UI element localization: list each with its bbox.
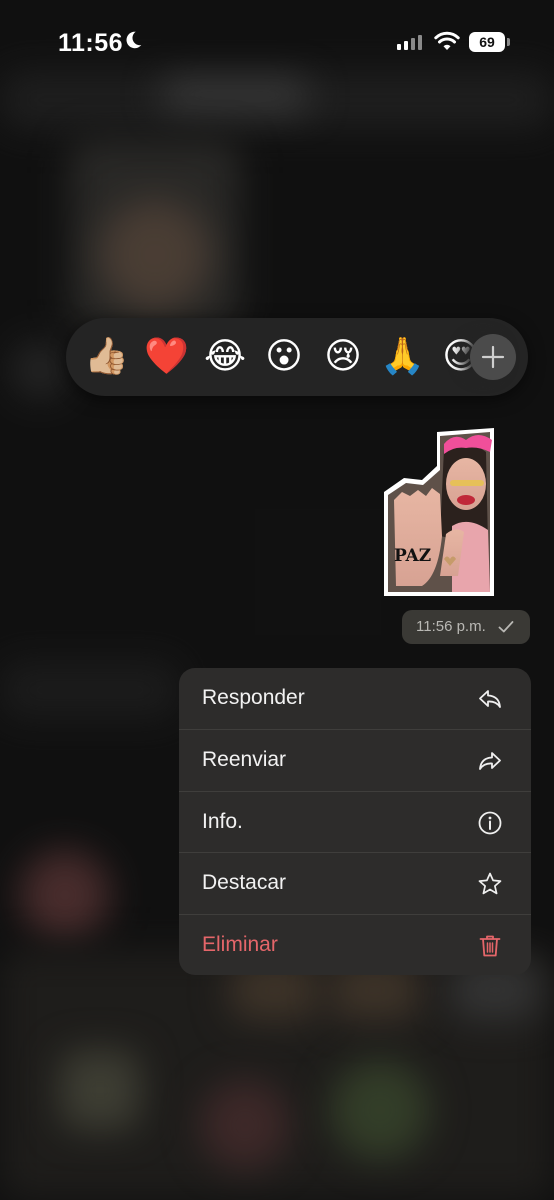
- menu-item-label: Responder: [202, 686, 305, 709]
- menu-item-label: Eliminar: [202, 932, 278, 956]
- forward-icon: [479, 752, 501, 771]
- battery-level: 69: [469, 32, 505, 52]
- star-icon: [478, 872, 502, 895]
- plus-icon: [481, 345, 505, 369]
- check-icon: [498, 621, 514, 633]
- reaction-laughing[interactable]: 😂: [203, 336, 247, 378]
- blurred-chat-background: [0, 0, 554, 1200]
- message-context-menu: Responder Reenviar Info. Destacar Elimin…: [179, 668, 531, 975]
- sticker-caption: PAZ: [394, 546, 432, 566]
- menu-item-reply[interactable]: Responder: [179, 668, 531, 729]
- more-reactions-button[interactable]: [470, 334, 516, 380]
- reaction-pray[interactable]: 🙏: [380, 336, 425, 378]
- reaction-crying[interactable]: 😢: [321, 336, 365, 378]
- cellular-signal-icon: [397, 34, 422, 50]
- sticker-image: [384, 428, 494, 596]
- menu-item-label: Info.: [202, 809, 243, 833]
- sticker-message[interactable]: PAZ: [382, 426, 496, 598]
- status-bar: 11:56 69: [0, 0, 554, 80]
- status-time: 11:56: [58, 29, 124, 57]
- menu-item-star[interactable]: Destacar: [179, 852, 531, 913]
- reaction-heart[interactable]: ❤️: [144, 336, 189, 378]
- moon-icon: [126, 31, 142, 49]
- timestamp-text: 11:56 p.m.: [416, 618, 486, 635]
- reaction-bar: 👍🏼 ❤️ 😂 😮 😢 🙏 😍: [66, 318, 528, 396]
- wifi-icon: [434, 31, 460, 50]
- trash-icon: [479, 935, 501, 956]
- message-timestamp: 11:56 p.m.: [402, 610, 530, 644]
- reaction-thumbs-up[interactable]: 👍🏼: [84, 336, 129, 378]
- menu-item-delete[interactable]: Eliminar: [179, 913, 531, 975]
- info-icon: [478, 811, 502, 835]
- battery-indicator: 69: [469, 32, 511, 52]
- menu-item-label: Reenviar: [202, 748, 287, 772]
- reaction-surprised[interactable]: 😮: [262, 336, 306, 378]
- reply-icon: [479, 690, 501, 708]
- menu-item-info[interactable]: Info.: [179, 790, 531, 852]
- menu-item-forward[interactable]: Reenviar: [179, 729, 531, 790]
- menu-item-label: Destacar: [202, 871, 287, 895]
